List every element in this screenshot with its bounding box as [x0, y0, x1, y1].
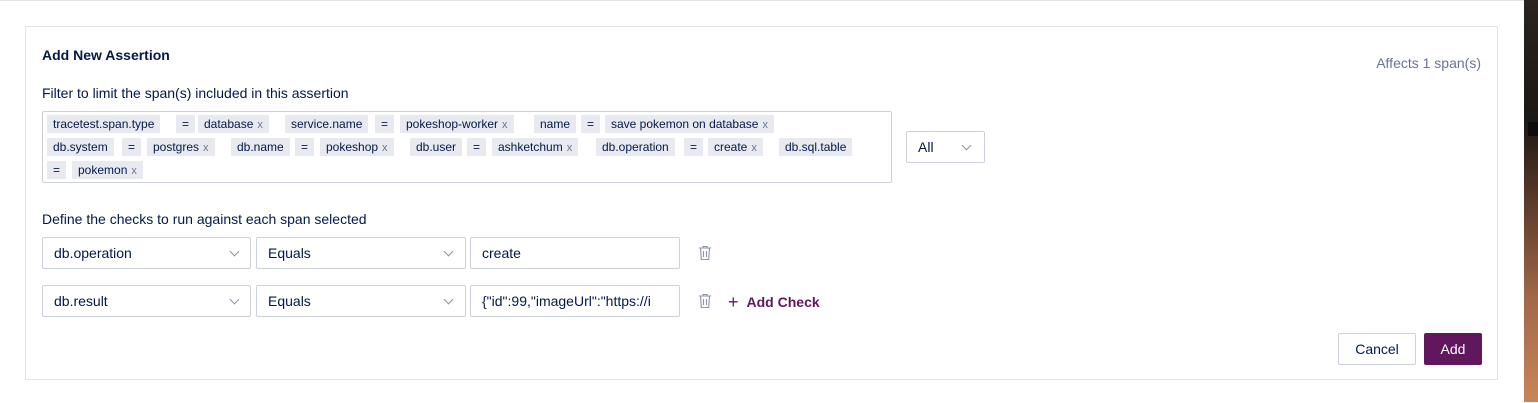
- trash-icon[interactable]: [698, 293, 712, 309]
- filter-tag-key: db.user: [410, 138, 463, 156]
- remove-tag-icon[interactable]: x: [502, 119, 508, 131]
- cancel-button[interactable]: Cancel: [1338, 333, 1416, 365]
- check-comparator-select[interactable]: Equals: [256, 237, 466, 269]
- chevron-down-icon: [443, 246, 454, 257]
- filter-tag-value[interactable]: postgres x: [147, 138, 215, 156]
- filter-tag-operator: =: [295, 138, 315, 156]
- check-attribute-select[interactable]: db.operation: [42, 237, 251, 269]
- filter-tag-key: db.name: [231, 138, 290, 156]
- filter-tag-key: db.system: [47, 138, 114, 156]
- affects-count: Affects 1 span(s): [1376, 55, 1481, 71]
- filter-tag-key: service.name: [285, 115, 369, 133]
- filter-tag-operator: =: [375, 115, 395, 133]
- checks-label: Define the checks to run against each sp…: [42, 211, 367, 227]
- check-attribute-select[interactable]: db.result: [42, 285, 251, 317]
- remove-tag-icon[interactable]: x: [382, 142, 388, 154]
- chevron-down-icon: [961, 140, 972, 151]
- add-button[interactable]: Add: [1424, 333, 1482, 365]
- filter-tag-key: name: [534, 115, 577, 133]
- add-check-label: Add Check: [746, 294, 820, 310]
- filter-tag-value[interactable]: pokemon x: [72, 161, 143, 179]
- check-comparator-value: Equals: [268, 293, 311, 309]
- remove-tag-icon[interactable]: x: [762, 119, 768, 131]
- filter-tag-operator: =: [684, 138, 704, 156]
- filter-tag-operator: =: [176, 115, 196, 133]
- filter-tag-operator: =: [47, 161, 67, 179]
- filter-tag-key: tracetest.span.type: [47, 115, 161, 133]
- check-comparator-select[interactable]: Equals: [256, 285, 466, 317]
- form-title: Add New Assertion: [42, 47, 170, 63]
- filter-tag-operator: =: [581, 115, 601, 133]
- window-edge-bar: [1528, 122, 1538, 136]
- filter-tag-value[interactable]: database x: [198, 115, 269, 133]
- check-value-input[interactable]: create: [470, 237, 680, 269]
- trash-icon[interactable]: [698, 245, 712, 261]
- add-assertion-card: Add New Assertion Affects 1 span(s) Filt…: [25, 26, 1498, 380]
- remove-tag-icon[interactable]: x: [567, 142, 573, 154]
- filter-tag-value[interactable]: create x: [708, 138, 763, 156]
- filter-tag-operator: =: [122, 138, 142, 156]
- check-attribute-value: db.result: [54, 293, 108, 309]
- add-check-button[interactable]: + Add Check: [728, 293, 820, 311]
- filter-tag-value[interactable]: pokeshop x: [320, 138, 394, 156]
- filter-tag-value[interactable]: pokeshop-worker x: [400, 115, 514, 133]
- check-value-input[interactable]: {"id":99,"imageUrl":"https://i: [470, 285, 680, 317]
- filter-tag-value[interactable]: save pokemon on database x: [605, 115, 774, 133]
- desktop-background-edge: [1524, 0, 1538, 402]
- filter-tag-key: db.operation: [596, 138, 675, 156]
- remove-tag-icon[interactable]: x: [751, 142, 757, 154]
- filter-tag-operator: =: [467, 138, 487, 156]
- check-attribute-value: db.operation: [54, 245, 132, 261]
- filter-label: Filter to limit the span(s) included in …: [42, 85, 349, 101]
- filter-tag-key: db.sql.table: [779, 138, 853, 156]
- chevron-down-icon: [443, 294, 454, 305]
- span-filter-input[interactable]: tracetest.span.type = database x service.…: [42, 111, 892, 183]
- match-mode-select[interactable]: All: [906, 131, 985, 163]
- check-comparator-value: Equals: [268, 245, 311, 261]
- chevron-down-icon: [229, 294, 240, 305]
- match-mode-value: All: [918, 139, 934, 155]
- remove-tag-icon[interactable]: x: [131, 165, 137, 177]
- filter-tag-value[interactable]: ashketchum x: [492, 138, 579, 156]
- chevron-down-icon: [229, 246, 240, 257]
- remove-tag-icon[interactable]: x: [257, 119, 263, 131]
- plus-icon: +: [728, 292, 739, 312]
- remove-tag-icon[interactable]: x: [203, 142, 209, 154]
